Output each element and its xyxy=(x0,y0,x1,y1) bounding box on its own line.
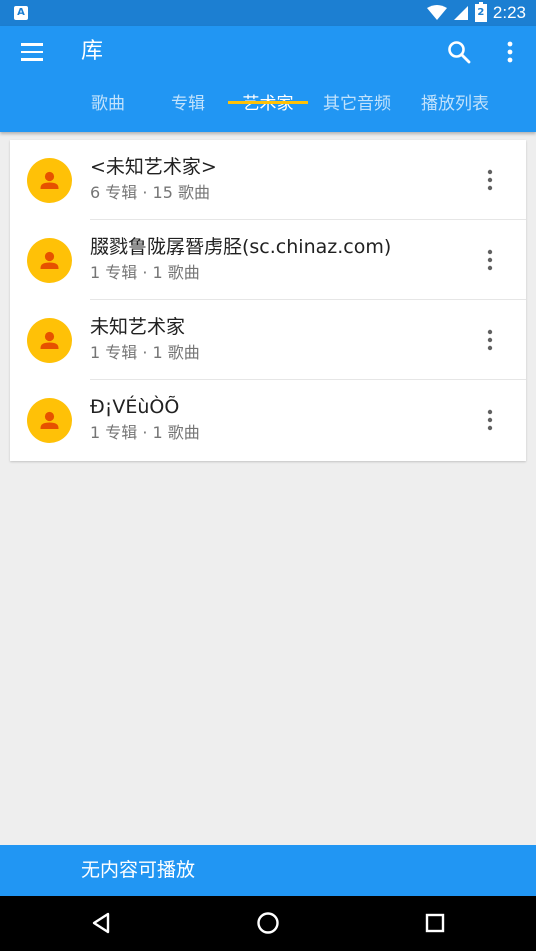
tab-albums[interactable]: 专辑 xyxy=(148,84,228,132)
wifi-icon xyxy=(426,5,447,20)
person-icon xyxy=(40,171,59,189)
more-vert-icon[interactable] xyxy=(480,328,500,352)
status-bar: A 2 2:23 xyxy=(0,0,536,26)
tab-artists[interactable]: 艺术家 xyxy=(228,84,308,132)
artist-meta: 6 专辑 · 15 歌曲 xyxy=(90,183,210,202)
now-playing-bar[interactable]: 无内容可播放 xyxy=(0,845,536,896)
tab-playlists[interactable]: 播放列表 xyxy=(406,84,504,132)
list-item[interactable]: 腏戮鲁陇孱朁虏胫(sc.chinaz.com) 1 专辑 · 1 歌曲 xyxy=(10,220,526,300)
home-icon[interactable] xyxy=(253,908,283,938)
person-icon xyxy=(40,251,59,269)
recents-icon[interactable] xyxy=(420,908,450,938)
search-icon[interactable] xyxy=(446,39,472,65)
more-vert-icon[interactable] xyxy=(480,408,500,432)
artist-name: <未知艺术家> xyxy=(90,156,217,178)
page-title: 库 xyxy=(81,39,104,64)
notification-app-icon: A xyxy=(14,6,28,20)
tab-indicator xyxy=(228,101,308,104)
menu-icon[interactable] xyxy=(21,43,43,61)
more-vert-icon[interactable] xyxy=(480,168,500,192)
back-icon[interactable] xyxy=(86,908,116,938)
status-time: 2:23 xyxy=(492,3,526,22)
list-item[interactable]: 未知艺术家 1 专辑 · 1 歌曲 xyxy=(10,300,526,380)
avatar xyxy=(27,398,72,443)
tab-bar: 歌曲 专辑 艺术家 其它音频 播放列表 xyxy=(0,84,536,132)
artist-list: <未知艺术家> 6 专辑 · 15 歌曲 腏戮鲁陇孱朁虏胫(sc.chinaz.… xyxy=(10,140,526,461)
now-playing-text: 无内容可播放 xyxy=(81,859,196,881)
avatar xyxy=(27,158,72,203)
artist-name: Ð¡VÉùÒÕ xyxy=(90,396,180,418)
system-nav-bar xyxy=(0,896,536,951)
artist-meta: 1 专辑 · 1 歌曲 xyxy=(90,263,200,282)
person-icon xyxy=(40,331,59,349)
app-bar: 库 歌曲 专辑 艺术家 其它音频 播放列表 xyxy=(0,26,536,132)
avatar xyxy=(27,238,72,283)
more-vert-icon[interactable] xyxy=(480,248,500,272)
artist-name: 未知艺术家 xyxy=(90,316,186,338)
tab-other-audio[interactable]: 其它音频 xyxy=(308,84,406,132)
artist-name: 腏戮鲁陇孱朁虏胫(sc.chinaz.com) xyxy=(90,236,392,258)
person-icon xyxy=(40,411,59,429)
battery-icon: 2 xyxy=(474,2,487,22)
status-indicators: 2 2:23 xyxy=(426,2,526,23)
list-item[interactable]: <未知艺术家> 6 专辑 · 15 歌曲 xyxy=(10,140,526,220)
artist-meta: 1 专辑 · 1 歌曲 xyxy=(90,343,200,362)
tab-songs[interactable]: 歌曲 xyxy=(68,84,148,132)
artist-meta: 1 专辑 · 1 歌曲 xyxy=(90,423,200,442)
cell-signal-icon xyxy=(453,6,468,20)
avatar xyxy=(27,318,72,363)
list-item[interactable]: Ð¡VÉùÒÕ 1 专辑 · 1 歌曲 xyxy=(10,380,526,460)
more-vert-icon[interactable] xyxy=(500,39,520,65)
